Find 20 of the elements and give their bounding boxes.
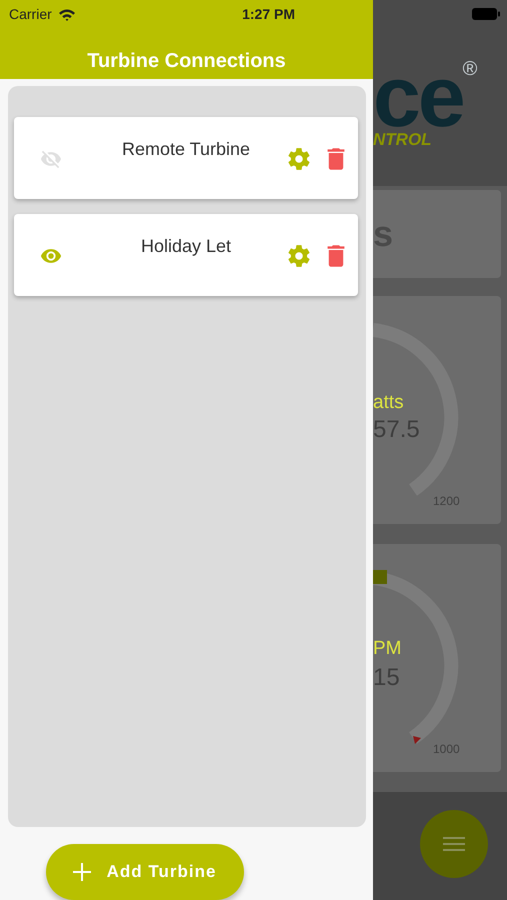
- drawer-title: Turbine Connections: [87, 50, 286, 73]
- connection-name: Remote Turbine: [122, 139, 250, 160]
- settings-icon[interactable]: [286, 243, 312, 269]
- menu-icon: [443, 836, 465, 852]
- plus-icon: [72, 863, 91, 881]
- wifi-icon: [58, 8, 76, 20]
- logo-subtitle: NTROL: [373, 130, 433, 150]
- carrier-label: Carrier: [9, 6, 52, 22]
- logo-text: ce: [373, 64, 463, 130]
- battery-icon: [471, 7, 501, 21]
- delete-icon[interactable]: [326, 147, 346, 171]
- delete-icon[interactable]: [326, 244, 346, 268]
- registered-mark: ®: [462, 58, 478, 80]
- connection-card[interactable]: Holiday Let: [14, 214, 358, 296]
- settings-icon[interactable]: [286, 146, 312, 172]
- gauge-label: atts: [373, 392, 404, 414]
- clock: 1:27 PM: [242, 6, 295, 22]
- connection-name: Holiday Let: [140, 236, 232, 257]
- gauge-label: PM: [373, 638, 402, 660]
- connection-card[interactable]: Remote Turbine: [14, 117, 358, 199]
